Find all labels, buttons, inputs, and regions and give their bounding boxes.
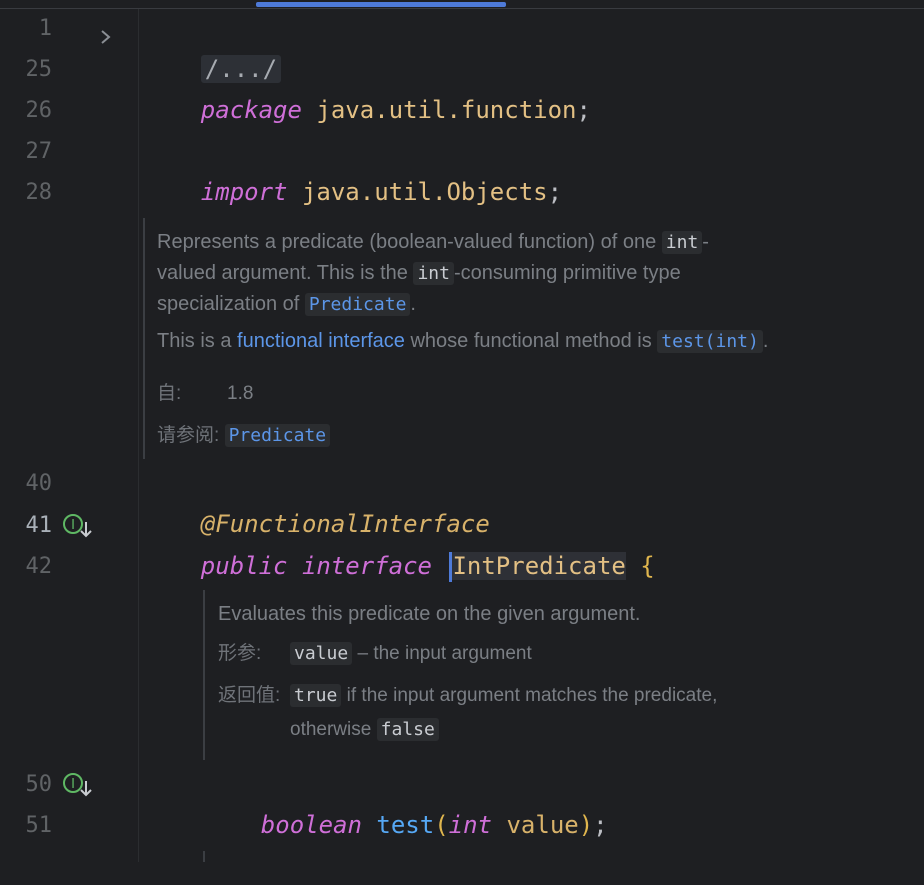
line-number: 26 [25,98,53,123]
implemented-icon[interactable]: I [62,512,94,540]
doc-link-functional-interface[interactable]: functional interface [237,330,405,352]
doc-comment: Evaluates this predicate on the given ar… [218,599,858,747]
line-number: 27 [25,139,53,164]
doc-code: value [290,642,353,665]
doc-comment-bar [203,590,205,760]
doc-text: Represents a predicate (boolean-valued f… [157,231,657,253]
code-editor[interactable]: /.../ package java.util.function; import… [138,9,924,862]
chevron-right-icon[interactable] [96,25,116,49]
code-token: package [200,96,302,124]
code-token: IntPredicate [452,552,626,580]
doc-link-test[interactable]: test(int) [657,330,763,353]
doc-tag-label: 返回值: [218,685,281,706]
code-token: java.util.function [316,96,577,124]
doc-text: – the input argument [357,643,532,664]
code-token: java.util.Objects [301,178,548,206]
code-token: boolean [260,811,362,839]
doc-text: specialization of [157,293,300,315]
doc-text: if the input argument matches the predic… [346,685,718,706]
line-number: 50 [25,772,53,797]
editor-tab-bar [0,0,924,9]
doc-paragraph: Represents a predicate (boolean-valued f… [157,227,797,320]
doc-tag-label: 形参: [218,643,262,664]
line-number: 25 [25,57,53,82]
code-token: int [448,811,493,839]
svg-text:I: I [71,518,75,533]
doc-return: 返回值: true if the input argument matches t… [218,679,858,747]
doc-code: int [661,231,703,254]
line-number-gutter: 1 25 26 27 28 40 41 I 42 50 I 51 [0,9,138,862]
code-token: test [376,811,435,839]
doc-text: otherwise [290,719,372,740]
doc-comment-bar [143,218,145,459]
doc-summary: Evaluates this predicate on the given ar… [218,603,641,625]
code-token: import [200,178,288,206]
doc-comment: Represents a predicate (boolean-valued f… [157,227,797,451]
doc-text: -consuming primitive type [453,262,681,284]
svg-text:I: I [71,777,75,792]
code-token: value [506,811,579,839]
doc-link-predicate[interactable]: Predicate [304,293,411,316]
line-number-active: 41 [25,513,53,538]
code-token: ; [593,811,608,839]
doc-code: true [290,684,342,707]
code-token: { [640,552,655,580]
doc-paragraph: This is a functional interface whose fun… [157,326,797,357]
code-token: ; [576,96,591,124]
code-token: interface [301,552,432,580]
code-token: ; [547,178,563,206]
doc-see: 请参阅: Predicate [157,421,797,451]
doc-code: int [413,262,454,285]
doc-param: 形参: value – the input argument [218,639,858,669]
line-number: 51 [25,813,53,838]
code-token: ) [578,811,594,839]
implemented-icon[interactable]: I [62,771,94,799]
doc-since: 自: 1.8 [157,379,797,409]
doc-text: . [762,330,769,352]
doc-tag-label: 自: [157,383,182,404]
line-number: 1 [38,16,52,41]
doc-tag-value: 1.8 [227,383,254,404]
doc-tag-label: 请参阅: [157,425,220,446]
code-line[interactable]: boolean test(int value); [203,765,608,885]
doc-text: This is a [157,330,232,352]
code-token: ( [434,811,449,839]
active-tab-indicator[interactable] [256,2,506,7]
doc-text: valued argument. This is the [157,262,408,284]
doc-comment-bar [203,851,205,862]
code-token: public [200,552,288,580]
doc-text: . [410,293,416,315]
doc-code: false [376,718,439,741]
line-number: 42 [25,554,53,579]
doc-text: whose functional method is [410,330,652,352]
line-number: 28 [25,180,53,205]
doc-text: - [702,231,709,253]
doc-link-predicate[interactable]: Predicate [224,424,331,447]
line-number: 40 [25,471,53,496]
